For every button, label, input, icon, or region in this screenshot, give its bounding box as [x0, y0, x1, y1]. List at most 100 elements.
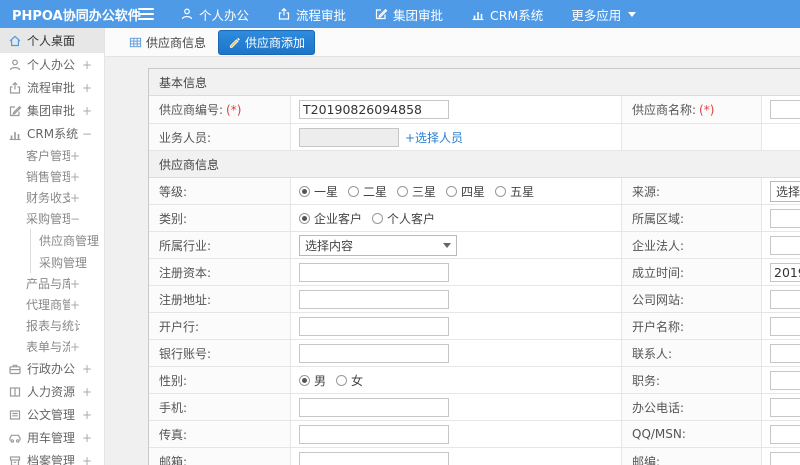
fax-input[interactable]	[299, 424, 449, 444]
qq-input[interactable]	[770, 424, 800, 444]
sidebar-sub-finance[interactable]: 财务收支 +	[0, 187, 104, 208]
category-option-individual[interactable]: 个人客户	[372, 210, 435, 227]
gender-option-male[interactable]: 男	[299, 372, 326, 389]
edit-icon	[8, 104, 22, 118]
supplier-no-label-cell: 供应商编号: (*)	[149, 96, 291, 123]
account-name-label-cell: 开户名称:	[622, 313, 762, 339]
nav-group-approval[interactable]: 集团审批	[374, 5, 443, 24]
tab-supplier-add[interactable]: 供应商添加	[218, 29, 316, 55]
region-input[interactable]	[770, 208, 800, 228]
zip-field-cell	[762, 448, 800, 465]
industry-select[interactable]: 选择内容	[299, 234, 457, 256]
gender-option-female[interactable]: 女	[336, 372, 363, 389]
menu-icon[interactable]	[138, 8, 154, 20]
capital-input[interactable]	[299, 262, 449, 282]
sidebar-sub-agent-mgmt[interactable]: 代理商管理 +	[0, 294, 104, 315]
sidebar-sub-sales-mgmt[interactable]: 销售管理 +	[0, 166, 104, 187]
bank-no-input[interactable]	[299, 343, 449, 363]
grade-option-2star[interactable]: 二星	[348, 183, 387, 200]
gender-label-cell: 性别:	[149, 367, 291, 393]
required-mark: (*)	[226, 102, 242, 117]
email-label-cell: 邮箱:	[149, 448, 291, 465]
grade-label-cell: 等级:	[149, 178, 291, 204]
website-label-cell: 公司网站:	[622, 286, 762, 312]
account-name-field-cell	[762, 313, 800, 339]
category-option-enterprise[interactable]: 企业客户	[299, 210, 362, 227]
founded-date-input[interactable]	[770, 262, 800, 282]
table-icon	[129, 36, 142, 49]
sidebar-sub-customer-mgmt[interactable]: 客户管理 +	[0, 145, 104, 166]
sidebar-item-crm[interactable]: CRM系统 −	[0, 122, 104, 145]
edit-icon	[374, 7, 388, 21]
industry-field-cell: 选择内容	[291, 232, 622, 258]
title-field-cell	[762, 367, 800, 393]
flow-icon	[277, 7, 291, 21]
reg-addr-label-cell: 注册地址:	[149, 286, 291, 312]
sidebar-item-group-approval[interactable]: 集团审批 +	[0, 99, 104, 122]
mobile-input[interactable]	[299, 397, 449, 417]
legal-person-input[interactable]	[770, 235, 800, 255]
supplier-no-field-cell	[291, 96, 622, 123]
grade-option-1star[interactable]: 一星	[299, 183, 338, 200]
bar-chart-icon	[8, 127, 22, 141]
main-content: 基本信息 供应商编号: (*) 供应商名称: (*) 业务人员:	[105, 57, 800, 465]
choose-staff-link[interactable]: +选择人员	[405, 129, 463, 146]
bank-input[interactable]	[299, 316, 449, 336]
sidebar-subsub-purchase-mgmt[interactable]: 采购管理	[31, 251, 104, 273]
sidebar-item-workflow-approval[interactable]: 流程审批 +	[0, 76, 104, 99]
required-mark: (*)	[699, 102, 715, 117]
mobile-field-cell	[291, 394, 622, 420]
nav-label: 更多应用	[571, 7, 622, 23]
source-label-cell: 来源:	[622, 178, 762, 204]
grade-option-3star[interactable]: 三星	[397, 183, 436, 200]
sidebar-subsub-supplier-mgmt[interactable]: 供应商管理	[31, 229, 104, 251]
sidebar-sub-reports[interactable]: 报表与统计	[0, 315, 104, 336]
nav-personal-office[interactable]: 个人办公	[180, 5, 249, 24]
supplier-no-input[interactable]	[299, 100, 449, 119]
sidebar-item-desktop[interactable]: 个人桌面	[0, 28, 104, 53]
zip-input[interactable]	[770, 451, 800, 465]
radio-icon	[372, 212, 384, 224]
user-icon	[180, 7, 194, 21]
grade-option-4star[interactable]: 四星	[446, 183, 485, 200]
source-field-cell: 选择内容	[762, 178, 800, 204]
sidebar-sub-form-flow-settings[interactable]: 表单与流程设置 +	[0, 336, 104, 357]
category-field-cell: 企业客户 个人客户	[291, 205, 622, 231]
reg-addr-field-cell	[291, 286, 622, 312]
website-input[interactable]	[770, 289, 800, 309]
sidebar-item-documents[interactable]: 公文管理 +	[0, 403, 104, 426]
staff-input[interactable]	[299, 127, 399, 147]
sidebar-item-vehicle-mgmt[interactable]: 用车管理 +	[0, 426, 104, 449]
nav-more-apps[interactable]: 更多应用	[571, 5, 637, 24]
tab-supplier-info[interactable]: 供应商信息	[129, 34, 206, 51]
office-tel-input[interactable]	[770, 397, 800, 417]
contact-input[interactable]	[770, 343, 800, 363]
sidebar-sub-product-inventory[interactable]: 产品与库存 +	[0, 273, 104, 294]
nav-crm[interactable]: CRM系统	[471, 5, 543, 24]
grade-option-5star[interactable]: 五星	[495, 183, 534, 200]
form-row-supplier-no: 供应商编号: (*) 供应商名称: (*)	[149, 96, 800, 124]
user-icon	[8, 58, 22, 72]
sidebar-item-personal-office[interactable]: 个人办公 +	[0, 53, 104, 76]
bar-chart-icon	[471, 7, 485, 21]
tab-label: 供应商信息	[146, 35, 207, 50]
sidebar-sub-purchase-mgmt[interactable]: 采购管理 −	[0, 208, 104, 229]
radio-icon	[397, 185, 409, 197]
account-name-input[interactable]	[770, 316, 800, 336]
form-row-staff: 业务人员: +选择人员	[149, 124, 800, 151]
chevron-down-icon	[443, 242, 451, 248]
radio-icon	[446, 185, 458, 197]
section-header-supplier-info: 供应商信息	[149, 151, 800, 178]
sidebar-item-archives[interactable]: 档案管理 +	[0, 449, 104, 465]
app-brand: PHPOA协同办公软件	[12, 8, 141, 24]
email-input[interactable]	[299, 451, 449, 465]
sidebar-item-admin-office[interactable]: 行政办公 +	[0, 357, 104, 380]
source-select[interactable]: 选择内容	[770, 180, 800, 202]
bank-field-cell	[291, 313, 622, 339]
nav-workflow-approval[interactable]: 流程审批	[277, 5, 346, 24]
sidebar-item-hr[interactable]: 人力资源 +	[0, 380, 104, 403]
reg-addr-input[interactable]	[299, 289, 449, 309]
archive-icon	[8, 454, 22, 465]
job-title-input[interactable]	[770, 370, 800, 390]
supplier-name-input[interactable]	[770, 100, 800, 119]
